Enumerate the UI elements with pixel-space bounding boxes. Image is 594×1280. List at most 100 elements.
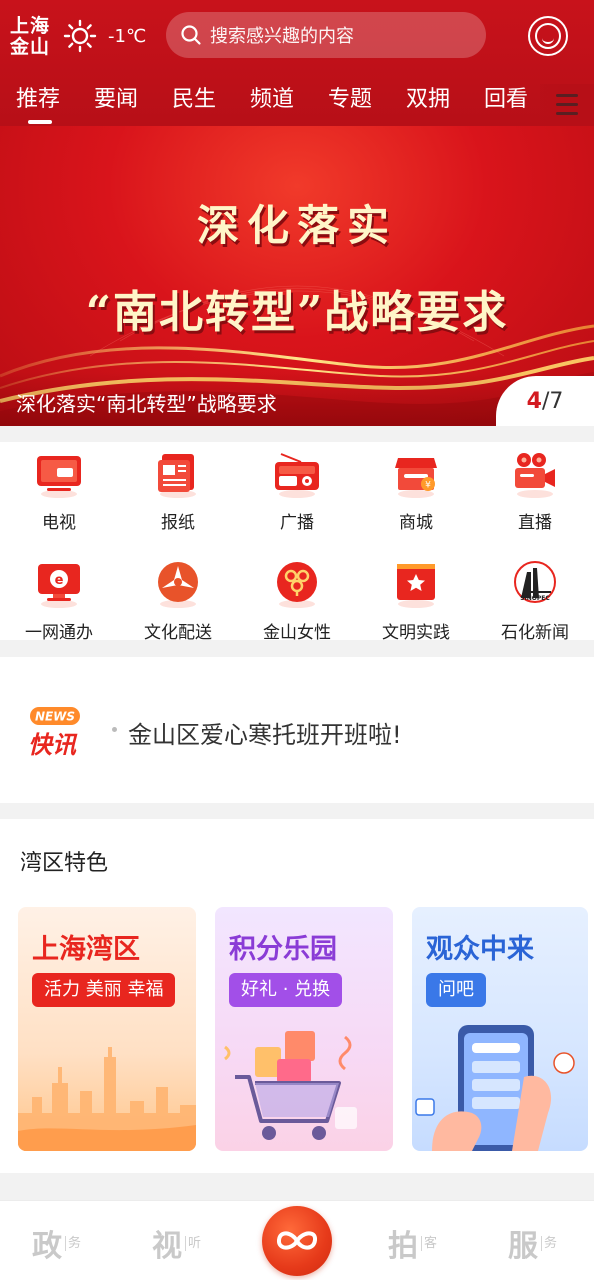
nav-small-label: 务 bbox=[65, 1235, 81, 1251]
news-flash-badge-icon: NEWS 快讯 bbox=[28, 707, 80, 759]
service-label: 电视 bbox=[42, 513, 76, 533]
nav-big-label: 视 bbox=[152, 1229, 182, 1264]
svg-text:e: e bbox=[55, 573, 64, 588]
news-flash-text[interactable]: 金山区爱心寒托班开班啦! bbox=[128, 715, 402, 750]
banner-headline-1: 深化落实 bbox=[196, 201, 397, 250]
logo-line-2: 金山 bbox=[10, 36, 51, 58]
nav-photographer[interactable]: 拍 客 bbox=[388, 1223, 437, 1264]
service-label: 文明实践 bbox=[382, 623, 450, 643]
search-placeholder: 搜索感兴趣的内容 bbox=[210, 26, 354, 47]
tab-livelihood[interactable]: 民生 bbox=[172, 84, 216, 116]
nav-big-label: 政 bbox=[32, 1229, 62, 1264]
tab-recommend[interactable]: 推荐 bbox=[16, 84, 60, 124]
women-federation-icon bbox=[277, 562, 317, 608]
sinopec-icon: SINOPEC bbox=[514, 561, 556, 603]
page-current: 4 bbox=[526, 388, 542, 414]
shop-icon: ¥ bbox=[395, 458, 437, 498]
shopping-cart-illustration bbox=[224, 1031, 357, 1140]
tab-topics[interactable]: 专题 bbox=[328, 84, 372, 116]
service-women[interactable]: 金山女性 bbox=[238, 552, 356, 648]
user-icon bbox=[535, 23, 561, 49]
live-camera-icon bbox=[515, 453, 555, 498]
newspaper-icon bbox=[158, 454, 196, 498]
menu-icon-bar bbox=[556, 102, 578, 106]
nav-services[interactable]: 服 务 bbox=[508, 1223, 557, 1264]
card-audience[interactable]: 观众中来 问吧 bbox=[412, 907, 588, 1151]
sun-icon bbox=[63, 19, 97, 53]
nav-big-label: 拍 bbox=[388, 1229, 418, 1264]
card-title: 积分乐园 bbox=[229, 934, 337, 965]
search-bar[interactable]: 搜索感兴趣的内容 bbox=[166, 12, 486, 58]
phone-hand-illustration bbox=[415, 1025, 575, 1151]
menu-icon-bar bbox=[556, 93, 578, 97]
card-tag: 好礼 · 兑换 bbox=[229, 973, 343, 1007]
logo-line-1: 上海 bbox=[10, 15, 51, 37]
nav-big-label: 服 bbox=[508, 1229, 538, 1264]
nav-small-label: 务 bbox=[541, 1235, 557, 1251]
card-tag: 问吧 bbox=[426, 973, 486, 1007]
menu-icon-bar bbox=[556, 111, 578, 115]
card-tag: 活力 美丽 幸福 bbox=[32, 973, 176, 1007]
top-header: 上海 金山 -1℃ 搜索感兴趣的内容 推荐 要闻 民生 频道 专题 双拥 回看 bbox=[0, 0, 594, 126]
nav-government[interactable]: 政 务 bbox=[32, 1223, 81, 1264]
bullet-dot bbox=[112, 727, 117, 732]
tab-channels[interactable]: 频道 bbox=[250, 84, 294, 116]
banner-page-indicator: 4/7 bbox=[496, 376, 594, 426]
service-civilization[interactable]: 文明实践 bbox=[357, 552, 475, 648]
service-label: 石化新闻 bbox=[501, 623, 569, 643]
news-flash-bar[interactable]: NEWS 快讯 金山区爱心寒托班开班啦! bbox=[0, 657, 594, 803]
service-label: 直播 bbox=[518, 513, 552, 533]
service-live[interactable]: 直播 bbox=[476, 442, 594, 538]
page-total: /7 bbox=[541, 388, 564, 414]
culture-delivery-icon bbox=[158, 562, 198, 608]
badge-top-text: NEWS bbox=[35, 710, 75, 724]
bay-area-section: 湾区特色 上海湾区 活力 美丽 幸福 积分乐园 好礼 · 兑换 观众中来 问吧 bbox=[0, 819, 594, 1173]
section-title: 湾区特色 bbox=[20, 851, 109, 876]
card-title: 上海湾区 bbox=[32, 934, 140, 965]
service-culture[interactable]: 文化配送 bbox=[119, 552, 237, 648]
svg-text:¥: ¥ bbox=[425, 481, 431, 491]
card-title: 观众中来 bbox=[426, 934, 534, 965]
tab-menu-button[interactable] bbox=[540, 84, 594, 124]
city-skyline-illustration bbox=[18, 1047, 196, 1151]
home-center-button[interactable] bbox=[262, 1206, 332, 1276]
weather-widget[interactable]: -1℃ bbox=[62, 18, 146, 54]
service-e-gov[interactable]: e 一网通办 bbox=[0, 552, 118, 648]
user-avatar-button[interactable] bbox=[528, 16, 568, 56]
service-label: 金山女性 bbox=[263, 623, 331, 643]
svg-text:SINOPEC: SINOPEC bbox=[520, 595, 550, 602]
nav-small-label: 客 bbox=[421, 1235, 437, 1251]
badge-main-text: 快讯 bbox=[28, 731, 78, 759]
temperature-text: -1℃ bbox=[108, 25, 147, 47]
banner-carousel[interactable]: 深化落实 “南北转型”战略要求 深化落实“南北转型”战略要求 4/7 bbox=[0, 126, 594, 426]
infinity-logo-icon bbox=[277, 1231, 317, 1250]
card-shanghai-bay[interactable]: 上海湾区 活力 美丽 幸福 bbox=[18, 907, 196, 1151]
service-label: 广播 bbox=[280, 513, 314, 533]
tv-icon bbox=[37, 456, 81, 498]
card-points-park[interactable]: 积分乐园 好礼 · 兑换 bbox=[215, 907, 393, 1151]
service-label: 商城 bbox=[399, 513, 433, 533]
e-service-icon: e bbox=[38, 564, 80, 608]
radio-icon bbox=[275, 453, 319, 498]
service-label: 文化配送 bbox=[144, 623, 212, 643]
banner-headline-2: “南北转型”战略要求 bbox=[85, 287, 509, 338]
channel-tabs: 推荐 要闻 民生 频道 专题 双拥 回看 bbox=[0, 78, 540, 126]
app-logo[interactable]: 上海 金山 bbox=[10, 16, 54, 58]
banner-caption: 深化落实“南北转型”战略要求 bbox=[16, 392, 277, 416]
civilization-star-icon bbox=[397, 564, 435, 608]
service-newspaper[interactable]: 报纸 bbox=[119, 442, 237, 538]
service-label: 报纸 bbox=[161, 513, 195, 533]
service-radio[interactable]: 广播 bbox=[238, 442, 356, 538]
service-label: 一网通办 bbox=[25, 623, 93, 643]
tab-headlines[interactable]: 要闻 bbox=[94, 84, 138, 116]
nav-media[interactable]: 视 听 bbox=[152, 1223, 201, 1264]
search-icon bbox=[181, 25, 201, 45]
service-grid: 电视 报纸 广播 ¥ 商城 直播 e 一网通办 文化配送 金山女性 文明实践 S… bbox=[0, 442, 594, 643]
nav-small-label: 听 bbox=[185, 1235, 201, 1251]
service-shop[interactable]: ¥ 商城 bbox=[357, 442, 475, 538]
tab-replay[interactable]: 回看 bbox=[484, 84, 528, 116]
app-page: 上海 金山 -1℃ 搜索感兴趣的内容 推荐 要闻 民生 频道 专题 双拥 回看 … bbox=[0, 0, 594, 1280]
service-petrochem[interactable]: SINOPEC 石化新闻 bbox=[476, 552, 594, 648]
service-tv[interactable]: 电视 bbox=[0, 442, 118, 538]
tab-military-support[interactable]: 双拥 bbox=[406, 84, 450, 116]
